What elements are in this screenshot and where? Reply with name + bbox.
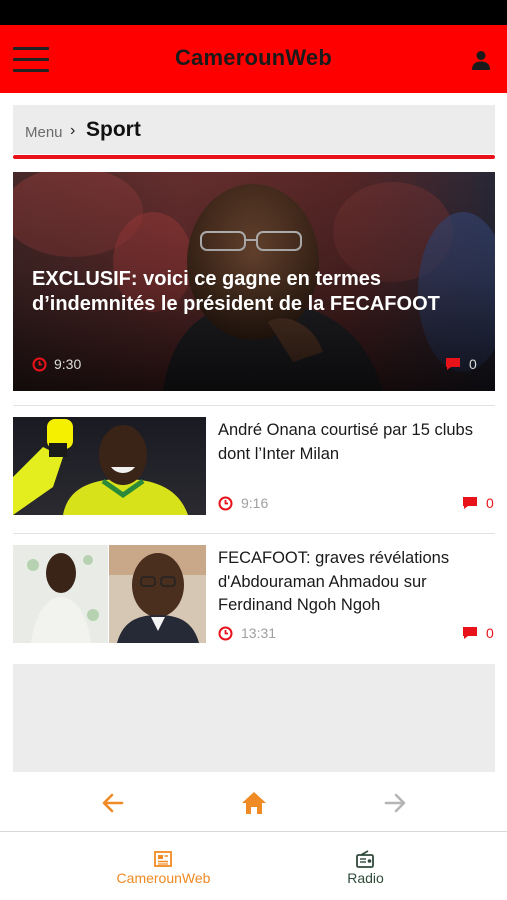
newspaper-icon	[154, 851, 172, 867]
home-icon[interactable]	[239, 788, 269, 818]
arrow-right-icon[interactable]	[380, 788, 410, 818]
article-thumbnail	[13, 545, 206, 643]
breadcrumb-menu-link[interactable]: Menu	[25, 124, 63, 141]
bottom-tab-bar: CamerounWeb Radio	[0, 831, 507, 900]
ad-placeholder	[13, 664, 495, 772]
article-time: 13:31	[218, 625, 276, 641]
featured-article-comments[interactable]: 0	[445, 356, 477, 372]
clock-icon	[218, 626, 233, 640]
page-title: Sport	[86, 118, 141, 141]
article-comments[interactable]: 0	[462, 625, 494, 641]
article-comment-count: 0	[486, 495, 494, 511]
article-thumbnail	[13, 417, 206, 515]
featured-article[interactable]: EXCLUSIF: voici ce gagne en termes d’ind…	[13, 172, 495, 391]
comment-icon	[446, 358, 460, 370]
article-comment-count: 0	[486, 625, 494, 641]
app-title: CamerounWeb	[174, 45, 333, 70]
breadcrumb-separator: ›	[70, 122, 76, 139]
app-header: CamerounWeb	[0, 25, 507, 93]
featured-time-value: 9:30	[54, 356, 82, 372]
clock-icon	[218, 496, 233, 510]
article-title: André Onana courtisé par 15 clubs dont l…	[218, 421, 473, 463]
divider	[13, 533, 495, 534]
list-item[interactable]: FECAFOOT: graves révélations d'Abdourama…	[13, 545, 495, 643]
article-comments[interactable]: 0	[462, 495, 494, 511]
tab-label: Radio	[347, 870, 384, 886]
breadcrumb: Menu › Sport	[13, 105, 495, 154]
comment-icon	[463, 627, 477, 639]
section-underline	[13, 155, 495, 159]
article-time-value: 13:31	[241, 625, 277, 641]
tab-radio[interactable]: Radio	[239, 832, 492, 900]
featured-comment-count: 0	[469, 356, 477, 372]
list-item[interactable]: André Onana courtisé par 15 clubs dont l…	[13, 417, 495, 515]
divider	[13, 405, 495, 406]
browser-nav	[0, 782, 507, 822]
featured-article-title: EXCLUSIF: voici ce gagne en termes d’ind…	[32, 268, 440, 315]
article-title: FECAFOOT: graves révélations d'Abdourama…	[218, 549, 450, 614]
clock-icon	[32, 357, 47, 371]
article-time-value: 9:16	[241, 495, 269, 511]
status-bar	[0, 0, 507, 25]
comment-icon	[463, 497, 477, 509]
arrow-left-icon[interactable]	[98, 788, 128, 818]
featured-article-time: 9:30	[32, 356, 81, 372]
radio-icon	[356, 850, 374, 868]
user-icon[interactable]	[470, 49, 492, 71]
article-time: 9:16	[218, 495, 268, 511]
